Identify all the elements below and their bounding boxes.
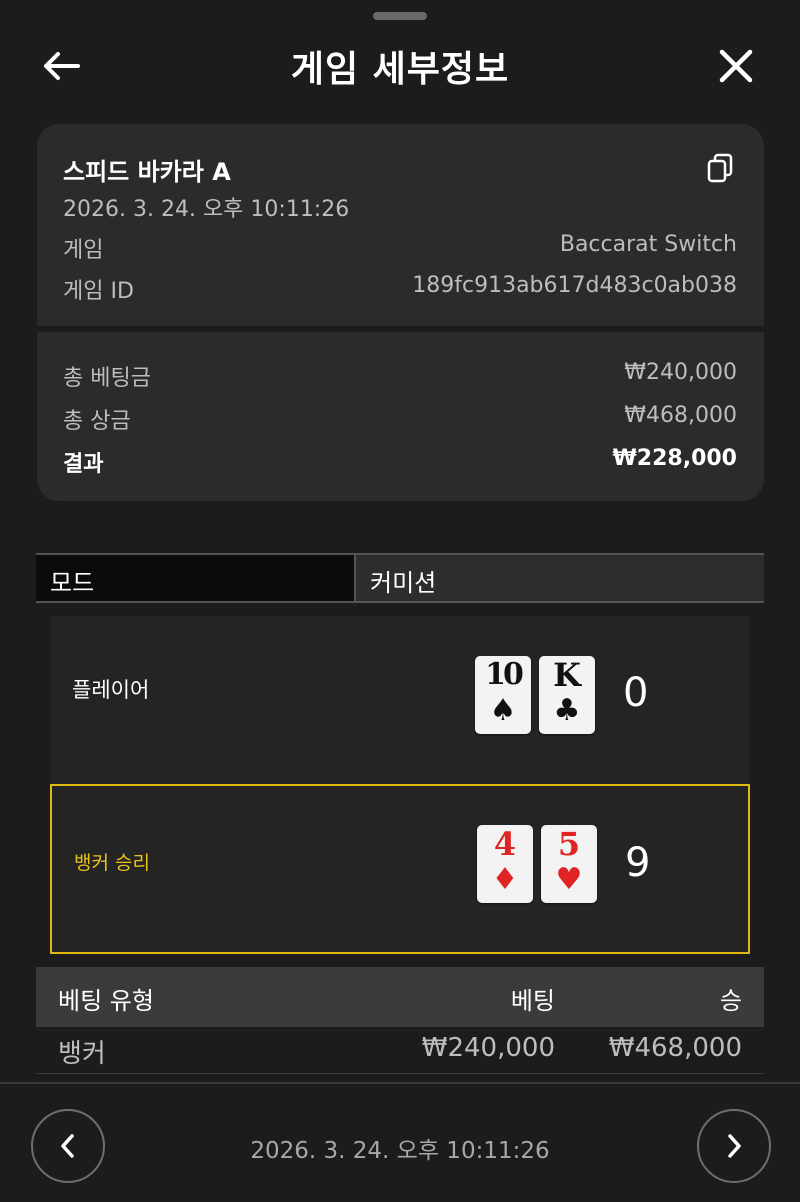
total-win-value: ₩468,000 [624, 403, 737, 428]
result-label: 결과 [63, 452, 104, 477]
player-score: 0 [623, 670, 649, 716]
column-header-type: 베팅 유형 [58, 987, 154, 1015]
page-title: 게임 세부정보 [290, 49, 510, 90]
footer-divider [0, 1082, 800, 1084]
next-game-button[interactable] [697, 1109, 771, 1183]
game-info-card: 스피드 바카라 A 2026. 3. 24. 오후 10:11:26 게임 Ba… [37, 124, 764, 501]
game-datetime: 2026. 3. 24. 오후 10:11:26 [63, 197, 350, 222]
win-amount-cell: ₩468,000 [608, 1033, 742, 1063]
chevron-right-icon [728, 1134, 741, 1158]
header: 게임 세부정보 [0, 28, 800, 100]
game-id-value: 189fc913ab617d483c0ab038 [412, 273, 737, 298]
game-id-label: 게임 ID [63, 279, 134, 304]
club-icon: ♣ [553, 693, 581, 728]
banker-score: 9 [625, 840, 651, 886]
mode-value: 커미션 [370, 569, 437, 597]
card-rank: 5 [557, 825, 581, 863]
column-header-bet: 베팅 [510, 987, 555, 1015]
bet-table-header: 베팅 유형 베팅 승 [36, 967, 764, 1027]
playing-card: 4 ♦ [477, 825, 533, 903]
mode-label: 모드 [50, 569, 95, 597]
player-hand-row: 플레이어 10 ♠ K ♣ 0 [50, 616, 750, 784]
total-win-label: 총 상금 [63, 409, 131, 434]
game-type-value: Baccarat Switch [559, 232, 737, 257]
close-icon [719, 49, 753, 83]
spade-icon: ♠ [489, 693, 517, 728]
banker-hand-row: 뱅커 승리 4 ♦ 5 ♥ 9 [50, 784, 750, 954]
card-rank: 10 [485, 657, 524, 692]
playing-card: 10 ♠ [475, 656, 531, 734]
copy-button[interactable] [706, 152, 736, 186]
game-type-label: 게임 [63, 238, 104, 263]
heart-icon: ♥ [555, 862, 583, 897]
player-cards: 10 ♠ K ♣ [475, 656, 595, 734]
playing-card: 5 ♥ [541, 825, 597, 903]
bet-amount-cell: ₩240,000 [421, 1033, 555, 1063]
footer-datetime: 2026. 3. 24. 오후 10:11:26 [250, 1138, 550, 1164]
mode-bar: 모드 커미션 [36, 553, 764, 603]
card-rank: 4 [493, 825, 517, 863]
player-label: 플레이어 [72, 678, 150, 702]
divider [37, 326, 764, 332]
diamond-icon: ♦ [491, 862, 519, 897]
card-rank: K [553, 656, 581, 694]
banker-cards: 4 ♦ 5 ♥ [477, 825, 597, 903]
mode-label-cell: 모드 [36, 555, 354, 601]
playing-card: K ♣ [539, 656, 595, 734]
close-button[interactable] [712, 44, 760, 88]
table-row: 뱅커 ₩240,000 ₩468,000 [36, 1027, 764, 1074]
sheet-grabber[interactable] [373, 12, 427, 20]
result-value: ₩228,000 [612, 446, 737, 471]
bet-type-cell: 뱅커 [58, 1039, 106, 1069]
total-bet-value: ₩240,000 [624, 360, 737, 385]
hand-results: 플레이어 10 ♠ K ♣ 0 뱅커 승리 4 ♦ 5 ♥ 9 [50, 616, 750, 954]
column-header-win: 승 [719, 987, 742, 1015]
total-bet-label: 총 베팅금 [63, 366, 151, 391]
mode-value-cell: 커미션 [356, 555, 764, 601]
game-name: 스피드 바카라 A [63, 158, 231, 186]
copy-icon [707, 153, 733, 183]
banker-label: 뱅커 승리 [74, 852, 150, 874]
